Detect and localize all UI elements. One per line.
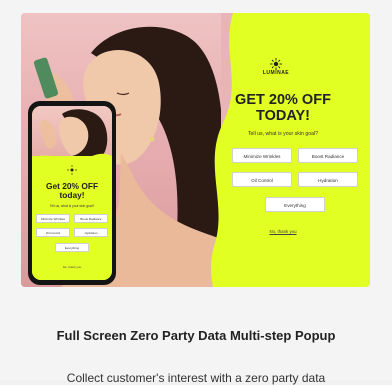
option-boost-radiance[interactable]: Boost Radiance [298,148,358,163]
phone-headline-line-2: today! [59,190,85,200]
phone-option-boost-radiance: Boost Radiance [74,214,108,223]
no-thanks-link[interactable]: No, thank you [218,229,348,234]
option-oil-control[interactable]: Oil Control [232,172,292,187]
option-everything[interactable]: Everything [265,197,325,212]
phone-screen: Get 20% OFF today! Tell us, what is your… [32,106,112,280]
brand-name: LUMINAE [262,70,290,76]
sun-icon [270,58,282,70]
phone-option-oil-control: Oil Control [36,228,70,237]
phone-option-everything: Everything [55,243,89,252]
popup-question: Tell us, what is your skin goal? [247,131,319,137]
phone-option-minimize-wrinkles: Minimize Wrinkles [36,214,70,223]
card-title[interactable]: Full Screen Zero Party Data Multi-step P… [0,328,392,343]
phone-headline: Get 20% OFF today! [32,182,112,200]
card-description: Collect customer's interest with a zero … [66,371,326,385]
phone-option-hydration: Hydration [74,228,108,237]
template-card[interactable]: LUMINAE GET 20% OFF TODAY! Tell us, what… [0,0,392,385]
headline-line-2: TODAY! [256,108,310,124]
headline-line-1: GET 20% OFF [235,92,331,108]
phone-no-thanks: No, thank you [62,265,82,269]
popup-headline: GET 20% OFF TODAY! [218,92,348,124]
option-hydration[interactable]: Hydration [298,172,358,187]
phone-question: Tell us, what is your skin goal? [49,204,95,208]
option-minimize-wrinkles[interactable]: Minimize Wrinkles [232,148,292,163]
brand-logo: LUMINAE [258,56,294,82]
